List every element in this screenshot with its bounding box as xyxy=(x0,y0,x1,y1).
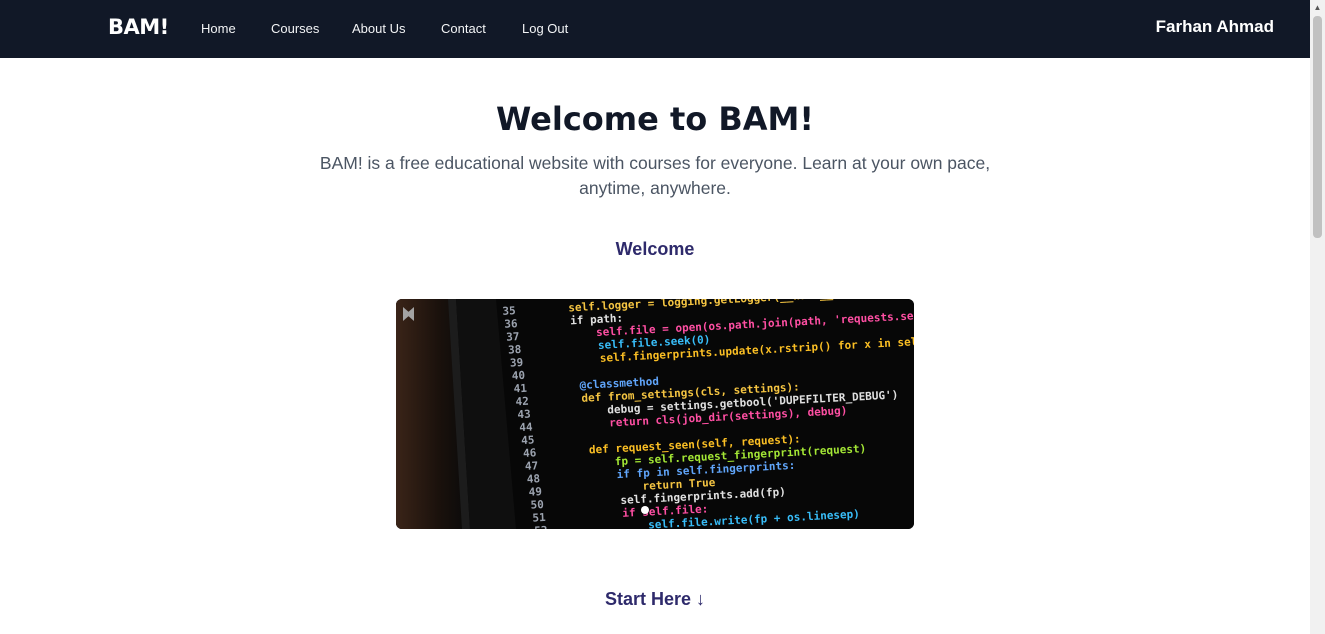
code-line-number: 38 xyxy=(508,343,522,357)
carousel-next-icon[interactable] xyxy=(396,299,416,329)
page-title: Welcome to BAM! xyxy=(496,100,814,138)
top-navbar: BAM! Home Courses About Us Contact Log O… xyxy=(0,0,1310,58)
page-scrollbar[interactable]: ▲ xyxy=(1310,0,1325,634)
page: BAM! Home Courses About Us Contact Log O… xyxy=(0,0,1310,634)
carousel-heading: Welcome xyxy=(615,239,695,259)
code-line-number: 41 xyxy=(513,382,527,396)
code-line-number: 39 xyxy=(510,356,524,370)
code-line-number: 40 xyxy=(511,369,525,383)
nav-link-home[interactable]: Home xyxy=(201,21,236,36)
code-line-number: 50 xyxy=(530,498,544,512)
code-line-number: 47 xyxy=(525,459,539,473)
code-line-number: 37 xyxy=(506,330,520,344)
hero-description: BAM! is a free educational website with … xyxy=(319,153,991,198)
start-here-link[interactable]: Start Here ↓ xyxy=(0,589,1310,610)
code-line-number: 45 xyxy=(521,433,535,447)
brand-logo[interactable]: BAM! xyxy=(108,15,169,39)
code-line-number: 36 xyxy=(504,317,518,331)
scroll-up-icon[interactable]: ▲ xyxy=(1313,3,1322,12)
scrollbar-thumb[interactable] xyxy=(1313,16,1322,238)
code-line-number: 46 xyxy=(523,446,537,460)
image-carousel[interactable]: 35 self.logger = logging.getLogger(__name… xyxy=(396,299,914,529)
code-line-number: 49 xyxy=(528,485,542,499)
user-name[interactable]: Farhan Ahmad xyxy=(1156,17,1274,37)
nav-link-about-us[interactable]: About Us xyxy=(352,21,405,36)
code-line-number: 51 xyxy=(532,511,546,525)
carousel-indicator-dot[interactable] xyxy=(641,506,649,514)
nav-link-courses[interactable]: Courses xyxy=(271,21,319,36)
code-line-number: 52 xyxy=(534,524,548,529)
code-line-number: 35 xyxy=(502,304,516,318)
nav-link-contact[interactable]: Contact xyxy=(441,21,486,36)
code-screen-image: 35 self.logger = logging.getLogger(__name… xyxy=(396,299,914,529)
code-line-number: 48 xyxy=(527,472,541,486)
code-line-number: 42 xyxy=(515,395,529,409)
nav-link-log-out[interactable]: Log Out xyxy=(522,21,568,36)
code-line-number: 43 xyxy=(517,408,531,422)
code-line-number: 44 xyxy=(519,420,533,434)
